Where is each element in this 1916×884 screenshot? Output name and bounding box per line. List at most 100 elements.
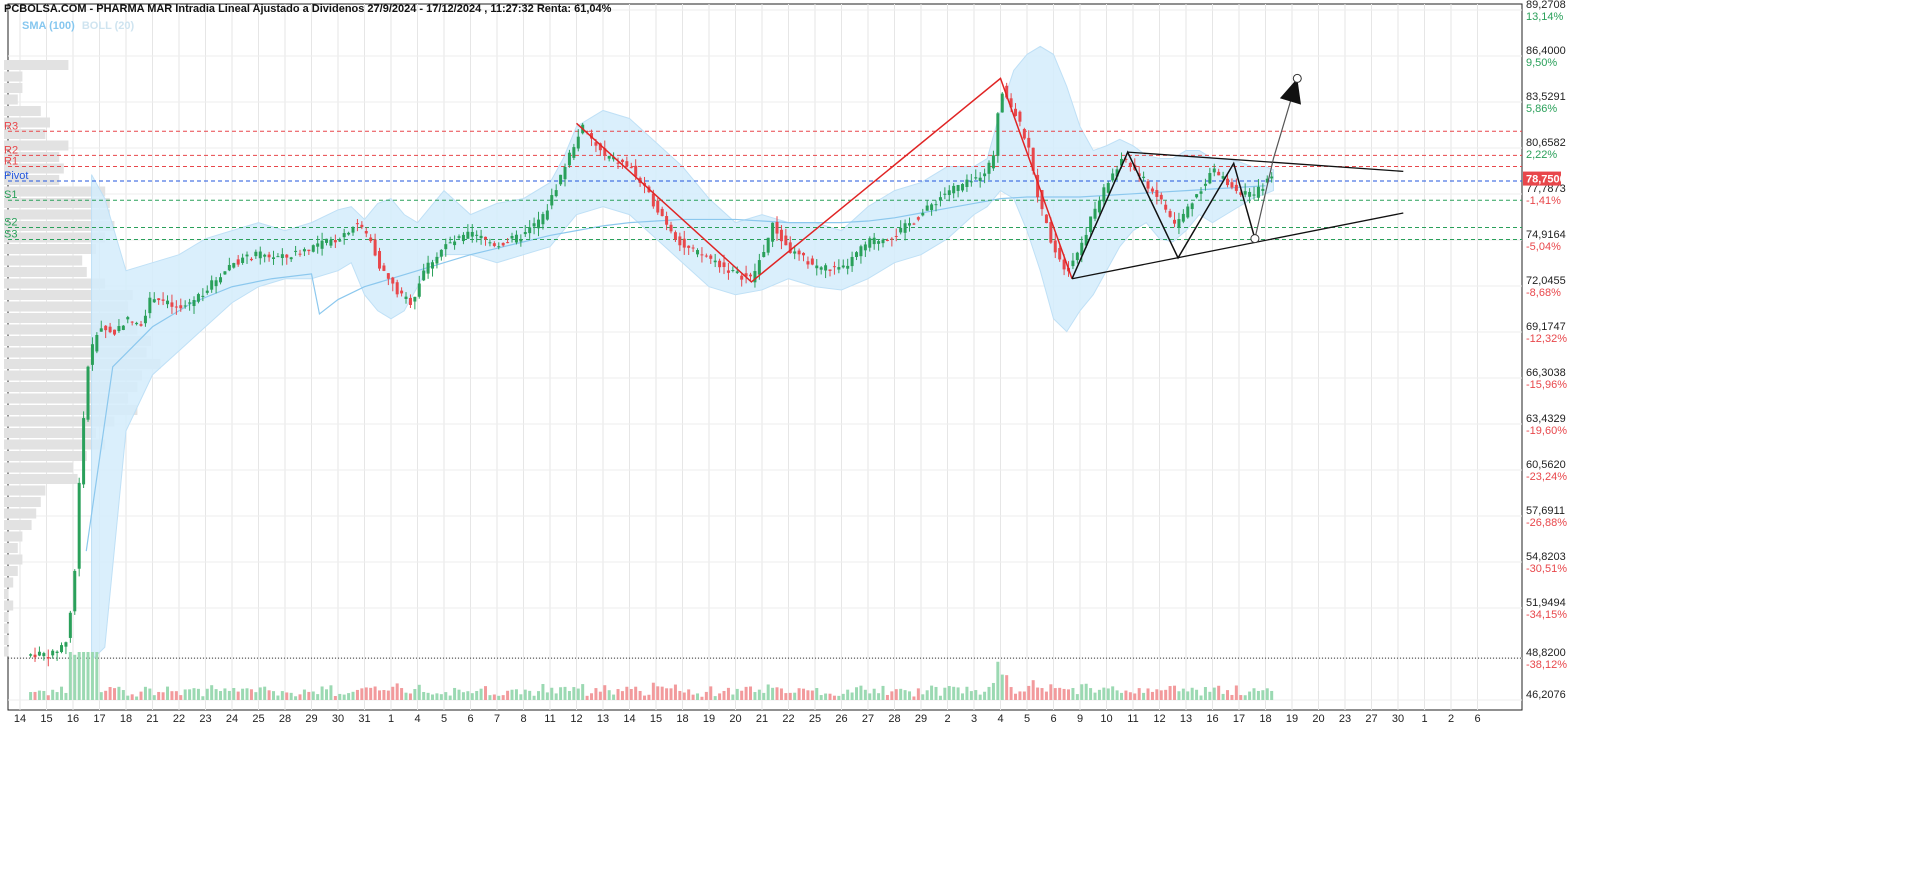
volume-bar: [779, 688, 783, 700]
candle-body: [713, 260, 717, 263]
candle-body: [969, 181, 973, 183]
candle-body: [68, 612, 72, 638]
volume-bar: [219, 691, 223, 700]
x-tick-label: 14: [623, 713, 635, 725]
candle-body: [55, 651, 59, 653]
candle-body: [1248, 191, 1252, 197]
volume-bar: [46, 695, 50, 700]
volume-bar: [881, 685, 885, 700]
candle-body: [1102, 187, 1106, 202]
candle-body: [360, 224, 364, 228]
candle-body: [651, 193, 655, 207]
volume-bar: [1133, 693, 1137, 700]
y-tick-pct: -19,60%: [1526, 425, 1567, 437]
candle-body: [201, 295, 205, 297]
volume-bar: [29, 692, 33, 700]
candle-body: [828, 269, 832, 271]
candle-body: [1168, 211, 1172, 217]
volume-bar: [735, 688, 739, 700]
volume-bar: [161, 692, 165, 700]
candle-body: [868, 238, 872, 248]
volume-bar: [1089, 688, 1093, 700]
pivot-label-s3: S3: [4, 228, 17, 240]
volume-bar: [77, 652, 81, 700]
candle-body: [479, 235, 483, 239]
x-tick-label: 18: [1259, 713, 1271, 725]
candle-body: [298, 253, 302, 255]
candle-body: [885, 239, 889, 241]
volume-bar: [258, 687, 262, 700]
candle-body: [245, 254, 249, 257]
volume-bar: [1181, 688, 1185, 700]
candle-body: [881, 239, 885, 244]
candle-body: [863, 244, 867, 251]
x-tick-label: 29: [305, 713, 317, 725]
volume-bar: [537, 691, 541, 700]
volume-bar: [1080, 684, 1084, 700]
candle-body: [422, 270, 426, 281]
volume-bar: [152, 695, 156, 700]
volume-bar: [135, 696, 139, 700]
x-tick-label: 18: [676, 713, 688, 725]
legend-boll[interactable]: BOLL (20): [82, 20, 134, 32]
x-tick-label: 27: [1365, 713, 1377, 725]
volume-bar: [908, 691, 912, 700]
volume-bar: [753, 692, 757, 700]
volume-bar: [784, 693, 788, 700]
volume-bar: [859, 685, 863, 700]
candle-body: [718, 260, 722, 268]
x-tick-label: 22: [173, 713, 185, 725]
chart-title: PCBOLSA.COM - PHARMA MAR Intradia Lineal…: [4, 3, 612, 15]
candle-body: [943, 193, 947, 195]
volume-bar: [60, 686, 64, 700]
candle-body: [382, 265, 386, 271]
chart-legend: SMA (100) BOLL (20): [22, 20, 134, 32]
candle-body: [978, 177, 982, 182]
volume-bar: [1036, 687, 1040, 700]
volume-bars: [29, 652, 1274, 700]
legend-sma[interactable]: SMA (100): [22, 20, 75, 32]
candle-body: [567, 152, 571, 166]
volume-bar: [210, 685, 214, 700]
volume-bar: [457, 689, 461, 700]
volume-bar: [872, 688, 876, 700]
volume-bar: [68, 652, 72, 700]
volume-bar: [1049, 684, 1053, 700]
volume-bar: [143, 686, 147, 700]
candle-body: [537, 219, 541, 229]
x-tick-label: 13: [597, 713, 609, 725]
volume-bar: [1058, 687, 1062, 700]
x-tick-label: 12: [570, 713, 582, 725]
volume-profile-bar: [4, 83, 23, 93]
volume-bar: [1102, 687, 1106, 700]
stock-chart[interactable]: R3 R2R1 Pivot S1 S2S3 89,270813,14% 86,40009,5…: [0, 0, 1916, 884]
volume-bar: [307, 691, 311, 700]
x-tick-label: 29: [915, 713, 927, 725]
volume-profile-bar: [4, 462, 73, 473]
x-tick-label: 23: [1339, 713, 1351, 725]
volume-bar: [439, 694, 443, 700]
candle-body: [726, 270, 730, 273]
volume-bar: [267, 690, 271, 700]
volume-profile-bar: [4, 531, 23, 542]
candle-body: [1058, 248, 1062, 260]
candle-body: [179, 305, 183, 309]
volume-profile-bar: [4, 520, 32, 530]
volume-bar: [453, 687, 457, 700]
candle-body: [1053, 240, 1057, 253]
volume-bar: [815, 687, 819, 700]
volume-bar: [302, 689, 306, 700]
candle-body: [607, 155, 611, 159]
candle-body: [921, 213, 925, 216]
candle-body: [488, 242, 492, 244]
volume-bar: [947, 686, 951, 700]
candle-body: [448, 242, 452, 244]
candle-body: [899, 227, 903, 233]
volume-bar: [510, 689, 514, 700]
volume-bar: [1190, 687, 1194, 700]
volume-bar: [1221, 693, 1225, 700]
candle-body: [700, 254, 704, 256]
y-tick-label: 66,3038: [1526, 367, 1566, 379]
volume-bar: [1062, 688, 1066, 700]
volume-bar: [157, 691, 161, 700]
